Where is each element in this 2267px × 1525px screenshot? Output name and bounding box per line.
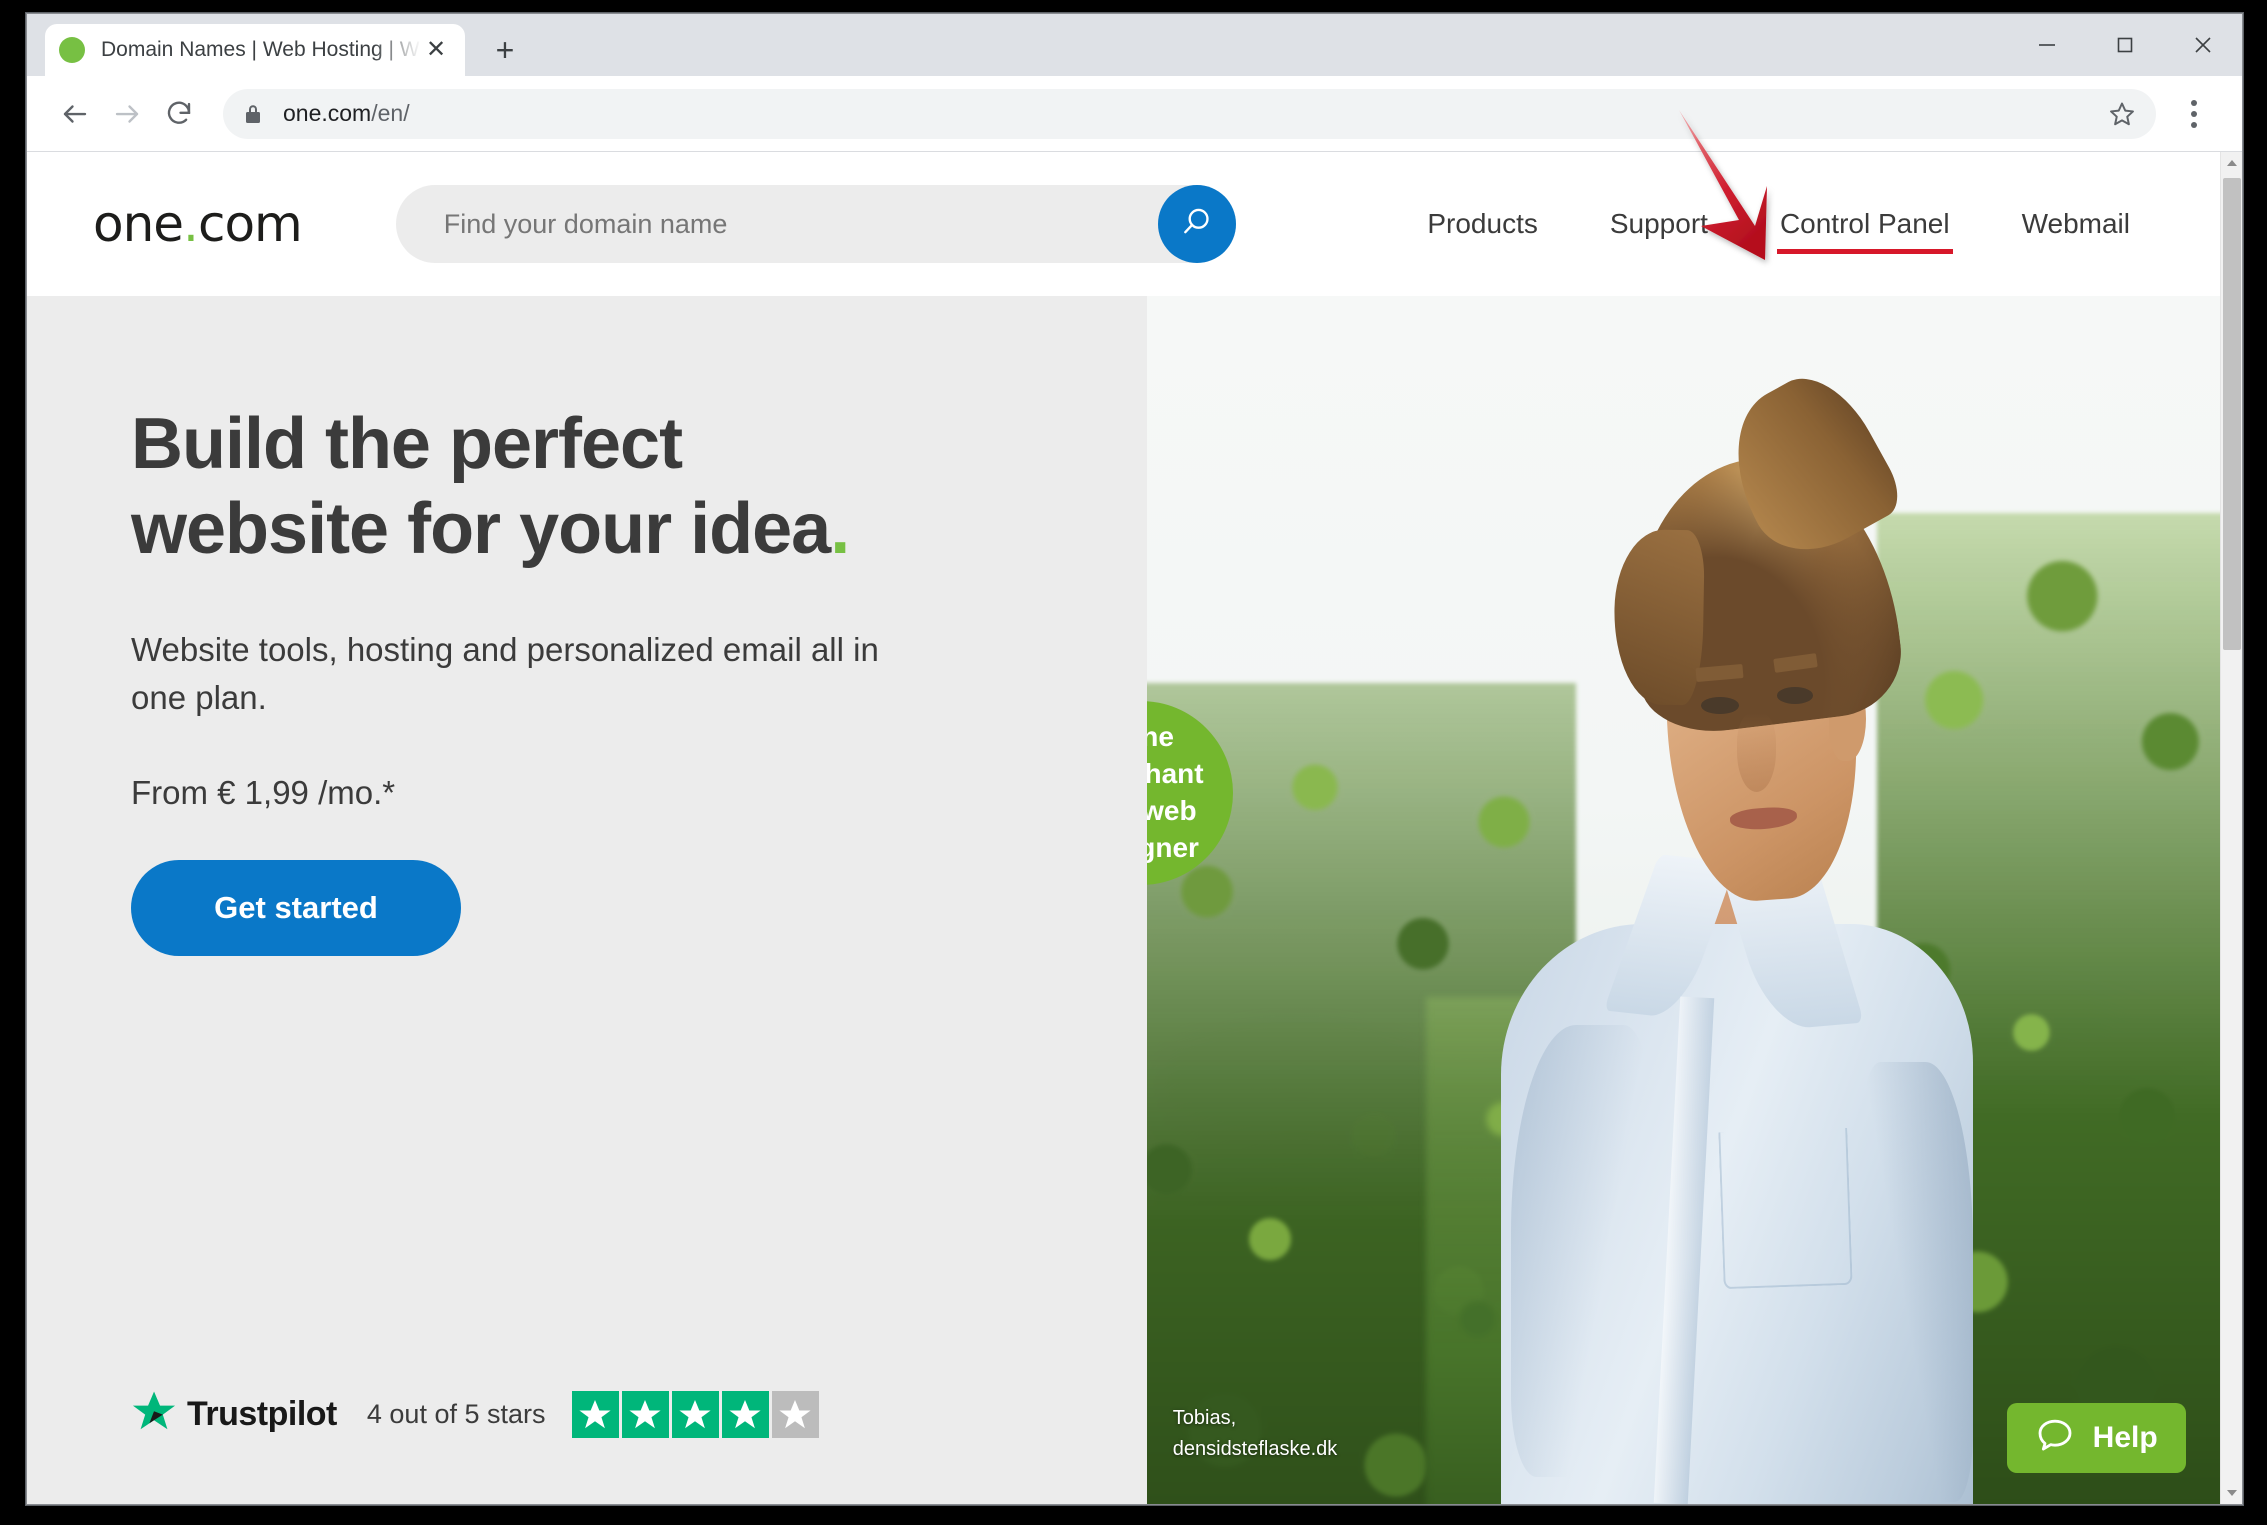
close-window-icon[interactable] [2164, 14, 2242, 76]
three-dots-menu-icon[interactable] [2168, 88, 2220, 140]
help-chat-label: Help [2092, 1420, 2158, 1454]
tab-strip: Domain Names | Web Hosting | W ✕ + [27, 14, 2242, 76]
nav-item-support[interactable]: Support [1610, 208, 1708, 240]
nav-item-webmail[interactable]: Webmail [2022, 208, 2130, 240]
photo-credit-name: Tobias, [1172, 1407, 1237, 1430]
domain-search-field[interactable]: Find your domain name [395, 185, 1236, 263]
star-filled-icon [621, 1391, 669, 1438]
trustpilot-brand: Trustpilot [187, 1395, 337, 1433]
star-empty-icon [771, 1391, 819, 1438]
chat-bubble-icon [2035, 1414, 2075, 1462]
vineyard-portrait-image [1147, 296, 2220, 1504]
tab-close-icon[interactable]: ✕ [421, 35, 451, 65]
hair [1614, 444, 1908, 740]
site-nav: Products Support Control Panel Webmail [1427, 208, 2154, 254]
scrollbar-thumb[interactable] [2223, 178, 2241, 650]
search-button[interactable] [1157, 185, 1236, 263]
site-header: one.com Find your domain name Products S… [27, 152, 2220, 296]
hero-photo: Wine merchant and web designer Tobias, d… [1147, 296, 2220, 1504]
search-input-placeholder: Find your domain name [443, 208, 728, 239]
star-icon[interactable] [2094, 100, 2136, 128]
green-circle-favicon-icon [59, 37, 85, 63]
page-scrollbar[interactable] [2220, 152, 2242, 1504]
shirt-pocket [1718, 1127, 1853, 1289]
trustpilot-stars [571, 1391, 819, 1438]
get-started-button[interactable]: Get started [131, 860, 461, 957]
browser-toolbar: one.com/en/ [27, 76, 2242, 152]
trustpilot-rating[interactable]: Trustpilot 4 out of 5 stars [131, 1389, 819, 1440]
window-controls [2008, 14, 2242, 76]
back-arrow-icon[interactable] [49, 88, 101, 140]
lock-icon [243, 103, 263, 125]
hero-section: Build the perfect website for your idea.… [27, 296, 2220, 1504]
hero-copy: Build the perfect website for your idea.… [27, 296, 1147, 1504]
trustpilot-rating-text: 4 out of 5 stars [366, 1399, 546, 1429]
nose [1737, 712, 1776, 793]
star-filled-icon [571, 1391, 619, 1438]
person-portrait [1147, 296, 2220, 1504]
page-title: Build the perfect website for your idea. [131, 404, 850, 569]
address-bar[interactable]: one.com/en/ [223, 88, 2156, 139]
photo-credit: Tobias, densidsteflaske.dk [1173, 1403, 1338, 1465]
nav-item-products[interactable]: Products [1427, 208, 1538, 240]
search-icon [1178, 203, 1216, 246]
hero-subheading: Website tools, hosting and personalized … [131, 630, 879, 717]
web-page: one.com Find your domain name Products S… [27, 152, 2220, 1504]
hero-price: From € 1,99 /mo.* [131, 774, 396, 812]
page-viewport: one.com Find your domain name Products S… [27, 152, 2242, 1504]
browser-window: Domain Names | Web Hosting | W ✕ + one.c… [26, 13, 2243, 1505]
caret-down-icon[interactable] [2221, 1482, 2242, 1504]
reload-icon[interactable] [153, 88, 205, 140]
maximize-icon[interactable] [2086, 14, 2164, 76]
one-com-logo[interactable]: one.com [93, 195, 303, 253]
star-filled-icon [721, 1391, 769, 1438]
help-chat-button[interactable]: Help [2006, 1402, 2186, 1473]
address-bar-url: one.com/en/ [283, 100, 410, 126]
tab-title: Domain Names | Web Hosting | W [101, 38, 420, 61]
nav-item-control-panel[interactable]: Control Panel [1776, 208, 1953, 254]
minimize-icon[interactable] [2008, 14, 2086, 76]
trustpilot-star-icon [131, 1389, 177, 1440]
eye-left [1700, 697, 1740, 714]
star-filled-icon [671, 1391, 719, 1438]
photo-credit-site: densidsteflaske.dk [1172, 1438, 1338, 1461]
browser-tab[interactable]: Domain Names | Web Hosting | W ✕ [45, 24, 465, 76]
forward-arrow-icon[interactable] [101, 88, 153, 140]
caret-up-icon[interactable] [2221, 152, 2242, 174]
new-tab-button[interactable]: + [485, 30, 525, 70]
